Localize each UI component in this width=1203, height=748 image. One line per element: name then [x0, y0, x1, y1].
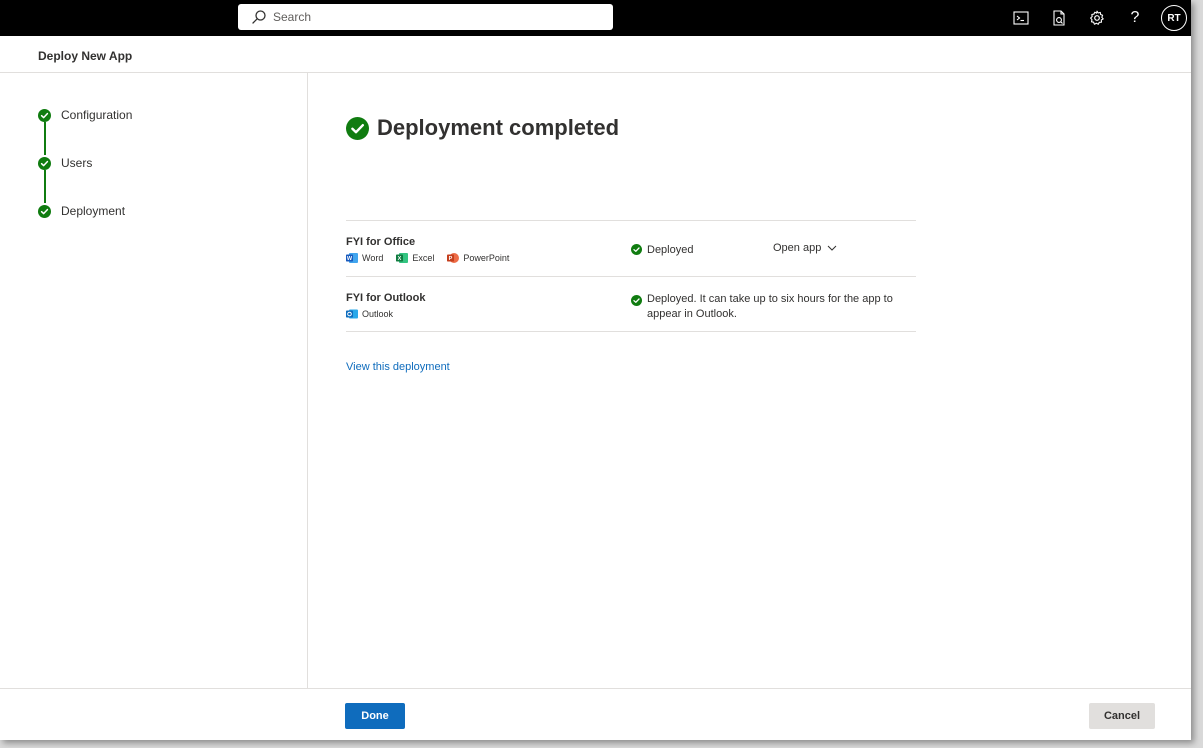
status-badge: Deployed: [631, 243, 693, 258]
open-app-dropdown[interactable]: Open app: [773, 242, 837, 254]
cloud-shell-icon[interactable]: [1011, 8, 1031, 28]
step-connector: [44, 170, 46, 203]
help-icon[interactable]: ?: [1125, 8, 1145, 28]
status-text: Deployed: [647, 244, 694, 256]
deployment-status-heading: Deployment completed: [346, 115, 619, 141]
check-circle-icon: [38, 204, 51, 218]
status-badge: Deployed. It can take up to six hours fo…: [631, 292, 907, 322]
check-circle-icon: [631, 295, 642, 306]
host-powerpoint: P PowerPoint: [447, 253, 510, 263]
status-text: Deployed. It can take up to six hours fo…: [647, 293, 893, 320]
host-list: W Word X Excel P PowerPoint: [346, 252, 522, 264]
app-row-fyi-outlook: FYI for Outlook Outlook Deployed. It can…: [346, 276, 916, 332]
page-header: Deploy New App: [0, 36, 1191, 73]
search-input[interactable]: [273, 7, 603, 27]
host-excel: X Excel: [396, 253, 435, 263]
feedback-icon[interactable]: [1049, 8, 1069, 28]
host-word: W Word: [346, 253, 384, 263]
view-deployment-link[interactable]: View this deployment: [346, 361, 450, 373]
step-deployment[interactable]: Deployment: [38, 203, 125, 219]
search-icon: [252, 10, 266, 24]
svg-text:W: W: [347, 256, 353, 262]
check-circle-icon: [38, 108, 51, 122]
open-app-label: Open app: [773, 242, 822, 254]
word-icon: W: [346, 253, 358, 263]
check-circle-icon: [38, 156, 51, 170]
gear-icon[interactable]: [1087, 8, 1107, 28]
step-label: Deployment: [61, 204, 126, 218]
search-box[interactable]: [238, 4, 613, 30]
footer: Done Cancel: [0, 688, 1191, 740]
host-outlook: Outlook: [346, 308, 393, 320]
top-bar: ? RT: [0, 0, 1191, 36]
step-connector: [44, 122, 46, 155]
app-row-fyi-office: FYI for Office W Word X Excel P PowerPoi…: [346, 220, 916, 276]
svg-text:P: P: [449, 256, 453, 262]
step-configuration[interactable]: Configuration: [38, 107, 132, 123]
check-circle-icon: [631, 244, 642, 255]
page-heading: Deployment completed: [377, 115, 620, 140]
svg-text:X: X: [398, 256, 402, 262]
step-label: Configuration: [61, 108, 133, 122]
check-circle-icon: [346, 116, 369, 140]
host-list: Outlook: [346, 308, 406, 320]
done-button[interactable]: Done: [345, 703, 405, 729]
app-name: FYI for Outlook: [346, 292, 426, 304]
main-content: Deployment completed FYI for Office W Wo…: [308, 73, 1191, 688]
deployed-apps-list: FYI for Office W Word X Excel P PowerPoi…: [346, 220, 916, 332]
cancel-button[interactable]: Cancel: [1089, 703, 1155, 729]
avatar[interactable]: RT: [1161, 5, 1187, 31]
app-name: FYI for Office: [346, 236, 416, 248]
outlook-icon: [346, 309, 358, 319]
step-users[interactable]: Users: [38, 155, 92, 171]
step-label: Users: [61, 156, 93, 170]
wizard-steps: Configuration Users Deployment: [0, 73, 308, 688]
powerpoint-icon: P: [447, 253, 460, 263]
deploy-app-window: ? RT Deploy New App Configuration Users: [0, 0, 1191, 740]
chevron-down-icon: [827, 245, 837, 251]
excel-icon: X: [396, 253, 409, 263]
page-title: Deploy New App: [38, 49, 133, 63]
